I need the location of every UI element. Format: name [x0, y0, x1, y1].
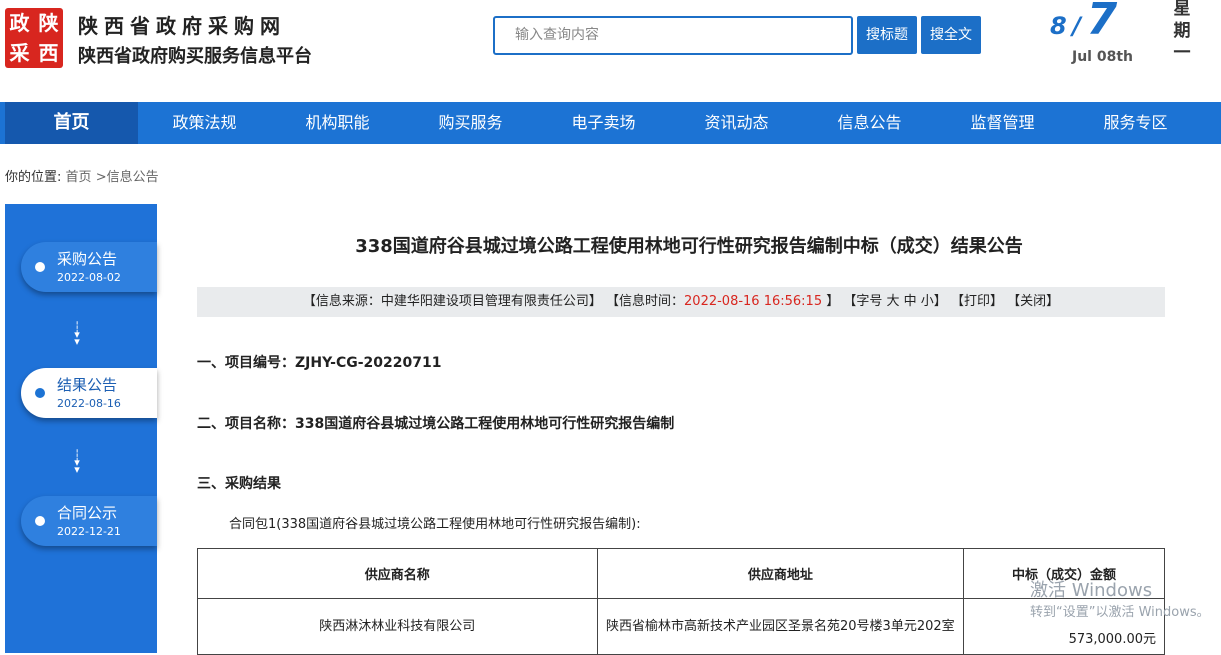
- breadcrumb-home-link[interactable]: 首页: [66, 170, 92, 185]
- step-name: 结果公告: [57, 376, 118, 394]
- windows-activation-watermark: 激活 Windows: [1030, 580, 1153, 601]
- nav-item-e-mall[interactable]: 电子卖场: [537, 102, 670, 144]
- step-date: 2022-08-16: [57, 397, 121, 410]
- step-date: 2022-12-21: [57, 525, 121, 538]
- timeline-step-contract[interactable]: 合同公示 2022-12-21: [21, 496, 157, 546]
- site-logo[interactable]: 政 陕 采 西: [5, 8, 63, 68]
- breadcrumb-prefix: 你的位置:: [5, 170, 62, 185]
- logo-char: 西: [38, 41, 59, 65]
- weekday-char: 期: [1173, 21, 1191, 41]
- info-time-label: 【信息时间：: [606, 294, 685, 309]
- breadcrumb-current[interactable]: >信息公告: [96, 170, 159, 185]
- article-info-bar: 【信息来源：中建华阳建设项目管理有限责任公司】 【信息时间：2022-08-16…: [197, 287, 1165, 317]
- date-month: 8: [1050, 12, 1067, 40]
- close-link[interactable]: 【关闭】: [1007, 294, 1059, 309]
- down-arrow-icon: ┆ ▾ ▾: [73, 449, 81, 476]
- date-display: 8 / 7: [1050, 0, 1117, 45]
- logo-char: 陕: [38, 11, 59, 35]
- date-day: 7: [1086, 0, 1118, 45]
- step-name: 采购公告: [57, 250, 118, 268]
- result-table: 供应商名称 供应商地址 中标（成交）金额 陕西淋沐林业科技有限公司 陕西省榆林市…: [197, 548, 1165, 655]
- step-dot-icon: [35, 262, 45, 272]
- main-nav: 首页 政策法规 机构职能 购买服务 电子卖场 资讯动态 信息公告 监督管理 服务…: [0, 102, 1221, 144]
- timeline-step-procurement[interactable]: 采购公告 2022-08-02: [21, 242, 157, 292]
- table-header-row: 供应商名称 供应商地址 中标（成交）金额: [197, 548, 1165, 599]
- nav-item-purchase-services[interactable]: 购买服务: [404, 102, 537, 144]
- table-cell: 陕西淋沐林业科技有限公司: [197, 598, 598, 655]
- search-title-button[interactable]: 搜标题: [857, 16, 917, 54]
- site-subtitle: 陕西省政府购买服务信息平台: [78, 46, 312, 67]
- step-date: 2022-08-02: [57, 271, 121, 284]
- table-row: 陕西淋沐林业科技有限公司 陕西省榆林市高新技术产业园区圣景名苑20号楼3单元20…: [197, 598, 1165, 655]
- logo-char: 政: [9, 11, 30, 35]
- site-header: 政 陕 采 西 陕西省政府采购网 陕西省政府购买服务信息平台 输入查询内容 搜标…: [0, 0, 1221, 102]
- nav-item-supervision[interactable]: 监督管理: [936, 102, 1069, 144]
- weekday: 星 期 一: [1172, 0, 1192, 64]
- col-header: 供应商地址: [596, 548, 965, 599]
- nav-item-service-zone[interactable]: 服务专区: [1069, 102, 1202, 144]
- print-link[interactable]: 【打印】: [951, 294, 1003, 309]
- article-title: 338国道府谷县城过境公路工程使用林地可行性研究报告编制中标（成交）结果公告: [355, 236, 1023, 257]
- col-header: 供应商名称: [197, 548, 598, 599]
- logo-char: 采: [9, 41, 30, 65]
- windows-activation-subtitle: 转到“设置”以激活 Windows。: [1030, 605, 1210, 620]
- weekday-char: 星: [1173, 0, 1191, 19]
- site-name: 陕西省政府采购网: [78, 14, 286, 38]
- font-size-controls[interactable]: 【字号 大 中 小】: [843, 294, 946, 309]
- package-label: 合同包1(338国道府谷县城过境公路工程使用林地可行性研究报告编制):: [229, 517, 641, 532]
- step-dot-icon: [35, 388, 45, 398]
- announcement-timeline: 采购公告 2022-08-02 ┆ ▾ ▾ 结果公告 2022-08-16 ┆ ▾ ▾ …: [5, 204, 157, 653]
- info-time-value: 2022-08-16 16:56:15: [684, 294, 823, 309]
- down-arrow-icon: ┆ ▾ ▾: [73, 321, 81, 348]
- step-name: 合同公示: [57, 504, 118, 522]
- nav-item-policy[interactable]: 政策法规: [138, 102, 271, 144]
- weekday-char: 一: [1173, 43, 1191, 63]
- info-time-close: 】: [826, 294, 840, 309]
- info-source: 【信息来源：中建华阳建设项目管理有限责任公司】: [302, 294, 602, 309]
- date-slash: /: [1072, 12, 1082, 40]
- section-procurement-result: 三、采购结果: [197, 476, 281, 492]
- nav-item-announcements[interactable]: 信息公告: [803, 102, 936, 144]
- section-project-name: 二、项目名称：338国道府谷县城过境公路工程使用林地可行性研究报告编制: [197, 416, 675, 432]
- nav-item-home[interactable]: 首页: [5, 102, 138, 144]
- timeline-step-result[interactable]: 结果公告 2022-08-16: [21, 368, 157, 418]
- search-fulltext-button[interactable]: 搜全文: [921, 16, 981, 54]
- search-input[interactable]: 输入查询内容: [493, 16, 853, 55]
- nav-item-news[interactable]: 资讯动态: [670, 102, 803, 144]
- date-english: Jul 08th: [1072, 49, 1133, 65]
- section-project-number: 一、项目编号：ZJHY-CG-20220711: [197, 355, 442, 371]
- nav-item-institutions[interactable]: 机构职能: [271, 102, 404, 144]
- table-cell: 陕西省榆林市高新技术产业园区圣景名苑20号楼3单元202室: [596, 598, 965, 655]
- breadcrumb: 你的位置: 首页 >信息公告: [5, 166, 159, 185]
- step-dot-icon: [35, 516, 45, 526]
